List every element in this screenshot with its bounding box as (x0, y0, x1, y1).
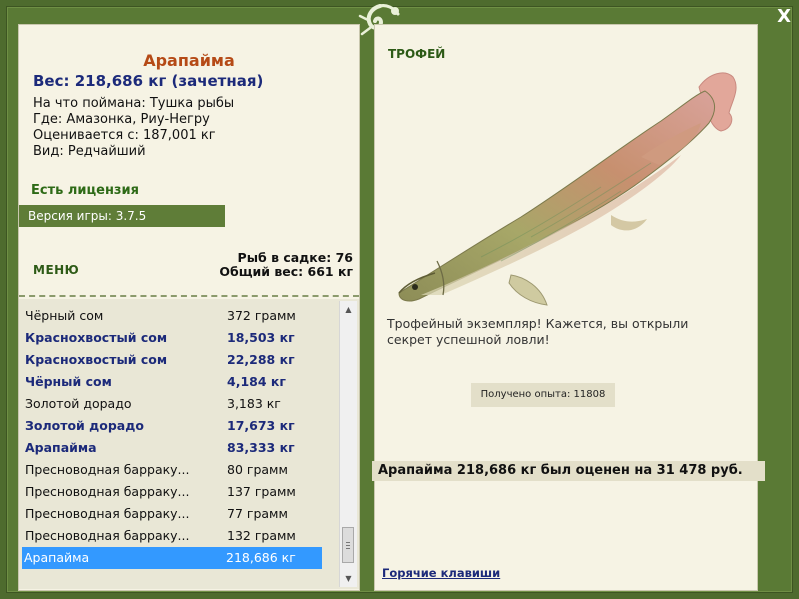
catch-list-item[interactable]: Пресноводная барраку... 80 грамм (23, 459, 323, 481)
game-version-bar: Версия игры: 3.7.5 (19, 205, 225, 227)
catch-fish-weight: 3,183 кг (227, 396, 281, 411)
catch-fish-weight: 218,686 кг (226, 550, 296, 565)
trophy-message: Трофейный экземпляр! Кажется, вы открыли… (387, 316, 689, 347)
catch-fish-name: Пресноводная барраку... (25, 484, 190, 499)
catch-list-item[interactable]: Чёрный сом 372 грамм (23, 305, 323, 327)
catch-list-item[interactable]: Пресноводная барраку... 137 грамм (23, 481, 323, 503)
keepnet-total-weight: Общий вес: 661 кг (219, 264, 353, 279)
catch-fish-name: Чёрный сом (25, 374, 112, 389)
catch-list-scrollbar[interactable]: ▲ ▼ (339, 301, 357, 587)
scroll-down-icon[interactable]: ▼ (340, 570, 357, 587)
catch-fish-name: Краснохвостый сом (25, 352, 168, 367)
dashed-divider (19, 295, 359, 297)
catch-fish-weight: 132 грамм (227, 528, 296, 543)
catch-fish-name: Пресноводная барраку... (25, 462, 190, 477)
catch-fish-name: Золотой дорадо (25, 396, 132, 411)
catch-list-item[interactable]: Краснохвостый сом 22,288 кг (23, 349, 323, 371)
catch-fish-name: Арапайма (24, 550, 90, 565)
keepnet-fish-count: Рыб в садке: 76 (237, 250, 353, 265)
catch-list-item[interactable]: Арапайма 218,686 кг (22, 547, 322, 569)
fish-info-panel: Арапайма Вес: 218,686 кг (зачетная) На ч… (18, 24, 360, 591)
catch-list: Чёрный сом 372 грамм Краснохвостый сом 18,5… (19, 299, 359, 589)
catch-fish-weight: 17,673 кг (227, 418, 295, 433)
catch-fish-weight: 80 грамм (227, 462, 288, 477)
scroll-thumb[interactable] (342, 527, 354, 563)
close-button[interactable]: X (777, 6, 791, 27)
evaluation-bar: Арапайма 218,686 кг был оценен на 31 478… (372, 461, 765, 481)
trophy-panel: ТРОФЕЙ Трофейный экземпляр! Кажется, вы … (374, 24, 758, 591)
catch-fish-name: Краснохвостый сом (25, 330, 168, 345)
location-info: Где: Амазонка, Риу-Негру (33, 112, 210, 127)
catch-list-item[interactable]: Пресноводная барраку... 77 грамм (23, 503, 323, 525)
catch-fish-name: Золотой дорадо (25, 418, 144, 433)
catch-fish-weight: 83,333 кг (227, 440, 295, 455)
fish-weight: Вес: 218,686 кг (зачетная) (33, 72, 264, 90)
rated-from-info: Оценивается с: 187,001 кг (33, 128, 216, 143)
catch-fish-name: Пресноводная барраку... (25, 506, 190, 521)
catch-fish-weight: 18,503 кг (227, 330, 295, 345)
catch-list-item[interactable]: Чёрный сом 4,184 кг (23, 371, 323, 393)
catch-fish-weight: 4,184 кг (227, 374, 286, 389)
catch-list-item[interactable]: Золотой дорадо 3,183 кг (23, 393, 323, 415)
catch-fish-name: Чёрный сом (25, 308, 104, 323)
catch-fish-weight: 372 грамм (227, 308, 296, 323)
arapaima-fish-image (398, 72, 737, 306)
menu-button[interactable]: МЕНЮ (33, 263, 79, 277)
fish-name-title: Арапайма (143, 51, 235, 70)
catch-fish-name: Пресноводная барраку... (25, 528, 190, 543)
scroll-up-icon[interactable]: ▲ (340, 301, 357, 318)
catch-fish-weight: 22,288 кг (227, 352, 295, 367)
license-status: Есть лицензия (31, 183, 139, 198)
catch-fish-weight: 137 грамм (227, 484, 296, 499)
experience-gained: Получено опыта: 11808 (471, 383, 615, 407)
catch-list-item[interactable]: Золотой дорадо 17,673 кг (23, 415, 323, 437)
catch-list-item[interactable]: Пресноводная барраку... 132 грамм (23, 525, 323, 547)
catch-fish-weight: 77 грамм (227, 506, 288, 521)
hotkeys-link[interactable]: Горячие клавиши (382, 566, 500, 580)
catch-list-item[interactable]: Арапайма 83,333 кг (23, 437, 323, 459)
species-rarity-info: Вид: Редчайший (33, 144, 146, 159)
keepnet-stats: Рыб в садке: 76 Общий вес: 661 кг (219, 251, 353, 279)
bait-info: На что поймана: Тушка рыбы (33, 96, 235, 111)
catch-fish-name: Арапайма (25, 440, 97, 455)
catch-list-item[interactable]: Краснохвостый сом 18,503 кг (23, 327, 323, 349)
